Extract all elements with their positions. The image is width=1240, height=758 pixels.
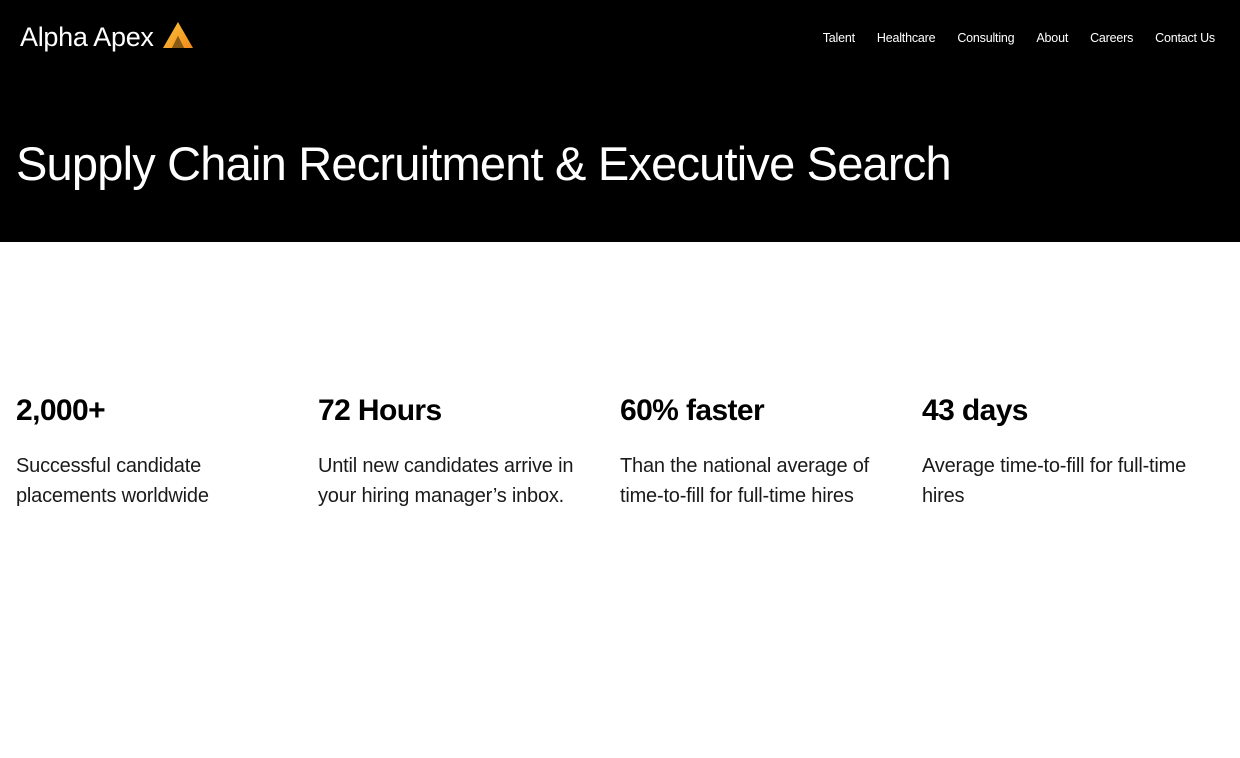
nav-item-healthcare[interactable]: Healthcare xyxy=(877,30,936,46)
stat-description: Average time-to-fill for full-time hires xyxy=(922,455,1187,507)
stats-section: 2,000+ Successful candidate placements w… xyxy=(16,392,1224,511)
nav-item-about[interactable]: About xyxy=(1036,30,1068,46)
stat-description: Successful candidate placements worldwid… xyxy=(16,455,209,507)
main-nav: Talent Healthcare Consulting About Caree… xyxy=(823,30,1215,46)
stat-value: 72 Hours xyxy=(318,394,442,427)
stat-hours: 72 Hours Until new candidates arrive in … xyxy=(318,392,620,511)
stat-value: 2,000+ xyxy=(16,394,106,427)
hero-header: Alpha Apex Talent Healthcare Consulting … xyxy=(0,0,1240,242)
nav-item-consulting[interactable]: Consulting xyxy=(957,30,1014,46)
nav-item-contact-us[interactable]: Contact Us xyxy=(1155,30,1215,46)
stat-placements: 2,000+ Successful candidate placements w… xyxy=(16,392,318,511)
stat-days: 43 days Average time-to-fill for full-ti… xyxy=(922,392,1224,511)
stat-value: 43 days xyxy=(922,394,1028,427)
page: Alpha Apex Talent Healthcare Consulting … xyxy=(0,0,1240,758)
nav-item-talent[interactable]: Talent xyxy=(823,30,855,46)
page-title: Supply Chain Recruitment & Executive Sea… xyxy=(16,137,952,190)
stat-value: 60% faster xyxy=(620,394,765,427)
logo-link[interactable]: Alpha Apex xyxy=(20,19,193,55)
stat-description: Than the national average of time-to-fil… xyxy=(620,455,870,507)
stat-description: Until new candidates arrive in your hiri… xyxy=(318,455,574,507)
brand-name: Alpha Apex xyxy=(20,22,154,52)
apex-a-icon xyxy=(162,22,193,48)
stat-faster: 60% faster Than the national average of … xyxy=(620,392,922,511)
nav-item-careers[interactable]: Careers xyxy=(1090,30,1133,46)
